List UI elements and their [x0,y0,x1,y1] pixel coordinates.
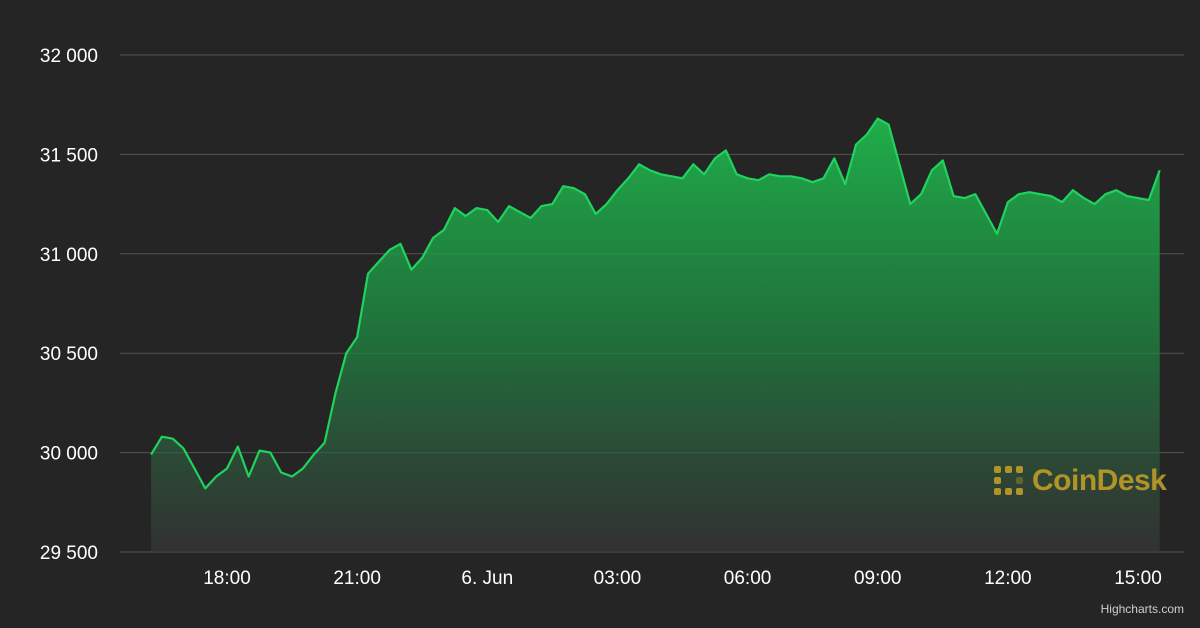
x-tick-label: 06:00 [724,568,772,589]
x-axis-ticks: 18:00 21:00 6. Jun 03:00 06:00 09:00 12:00 15:0… [203,568,1162,589]
x-tick-label: 6. Jun [461,568,513,589]
y-tick-label: 29 500 [40,543,98,564]
chart-canvas: 29 500 30 000 30 500 31 000 31 500 32 000 18:… [40,46,1184,589]
price-chart: 29 500 30 000 30 500 31 000 31 500 32 000 18:… [0,0,1200,628]
y-axis-ticks: 29 500 30 000 30 500 31 000 31 500 32 000 [40,46,98,564]
x-tick-label: 12:00 [984,568,1032,589]
watermark-text: CoinDesk [1032,464,1167,497]
coindesk-logo-icon [994,466,1023,495]
highcharts-credits[interactable]: Highcharts.com [1101,602,1184,616]
y-tick-label: 31 000 [40,245,98,266]
x-tick-label: 03:00 [594,568,642,589]
x-tick-label: 18:00 [203,568,251,589]
coindesk-watermark: CoinDesk [992,464,1167,498]
x-tick-label: 09:00 [854,568,902,589]
x-tick-label: 21:00 [333,568,381,589]
y-tick-label: 30 000 [40,444,98,465]
x-tick-label: 15:00 [1114,568,1162,589]
y-tick-label: 32 000 [40,46,98,67]
y-tick-label: 31 500 [40,145,98,166]
y-tick-label: 30 500 [40,344,98,365]
